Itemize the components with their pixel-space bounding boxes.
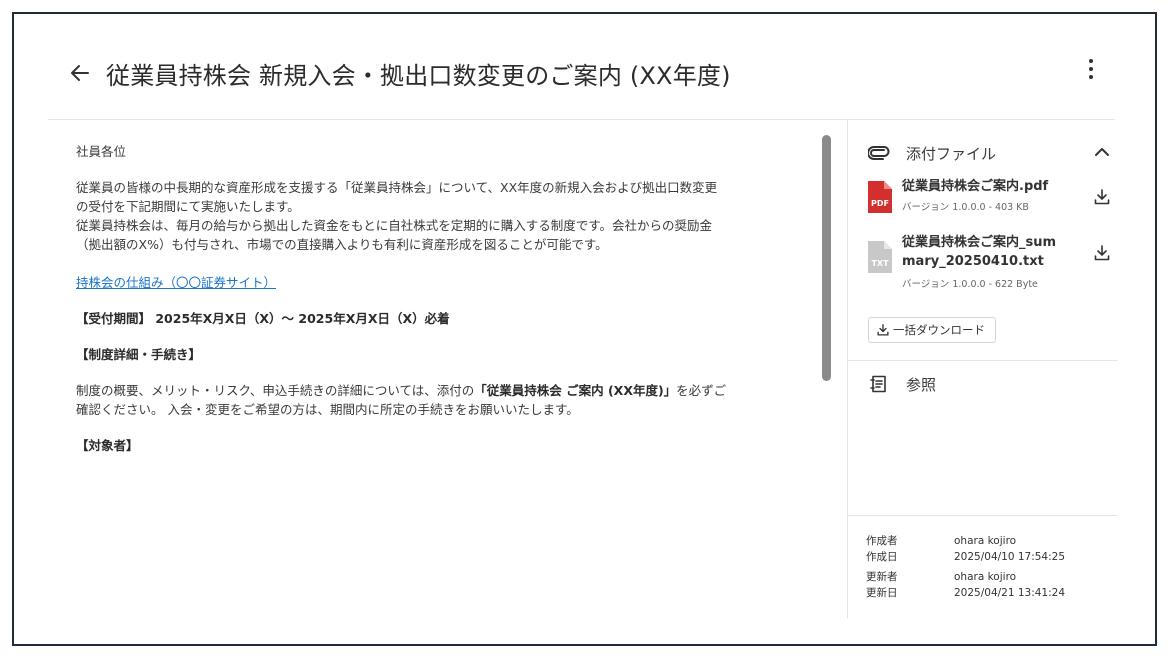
chevron-up-icon[interactable] — [1094, 145, 1110, 159]
panel-divider — [848, 360, 1118, 361]
reference-label: 参照 — [906, 376, 937, 394]
paperclip-icon — [868, 146, 890, 160]
meta-updated-by: 更新者 ohara kojiro — [866, 569, 1116, 585]
meta-updated-at: 更新日 2025/04/21 13:41:24 — [866, 585, 1116, 601]
back-arrow-icon[interactable] — [68, 61, 92, 85]
meta-label: 作成者 — [866, 535, 898, 547]
meta-value: 2025/04/10 17:54:25 — [954, 551, 1066, 563]
attachment-file-version: バージョン 1.0.0.0 - 403 KB — [902, 202, 1029, 213]
meta-label: 更新日 — [866, 587, 898, 599]
attachment-file-name[interactable]: 従業員持株会ご案内_summary_20250410.txt — [902, 233, 1067, 271]
details-heading: 【制度詳細・手続き】 — [76, 347, 202, 362]
attachment-file-name[interactable]: 従業員持株会ご案内.pdf — [902, 177, 1067, 196]
bulk-download-label: 一括ダウンロード — [893, 323, 985, 337]
meta-label: 作成日 — [866, 551, 898, 563]
metadata: 作成者 ohara kojiro 作成日 2025/04/10 17:54:25… — [866, 533, 1116, 601]
meta-value: 2025/04/21 13:41:24 — [954, 587, 1066, 599]
body-text-line: 制度の概要、メリット・リスク、申込手続きの詳細については、添付の「従業員持株会 … — [76, 381, 818, 400]
bulk-download-button[interactable]: 一括ダウンロード — [868, 317, 996, 343]
txt-file-icon: TXT — [868, 241, 892, 273]
scrollbar-thumb[interactable] — [822, 135, 831, 381]
attachments-label: 添付ファイル — [906, 145, 997, 163]
reference-list-icon — [870, 375, 886, 393]
download-icon[interactable] — [1094, 245, 1110, 261]
app-window: 従業員持株会 新規入会・拠出口数変更のご案内 (XX年度) 社員各位 従業員の皆… — [12, 12, 1157, 646]
body-text-line: （拠出額のX%）も付与され、市場での直接購入よりも有利に資産形成を図ることが可能… — [76, 237, 608, 252]
meta-value: ohara kojiro — [954, 535, 1017, 547]
body-text-segment: 制度の概要、メリット・リスク、申込手続きの詳細については、添付の — [76, 383, 475, 398]
page-title: 従業員持株会 新規入会・拠出口数変更のご案内 (XX年度) — [106, 62, 731, 90]
attachment-file-version: バージョン 1.0.0.0 - 622 Byte — [902, 279, 1038, 290]
download-icon[interactable] — [1094, 189, 1110, 205]
svg-text:TXT: TXT — [871, 259, 889, 268]
more-options-icon[interactable] — [1081, 56, 1101, 82]
download-icon — [877, 324, 889, 336]
panel-divider — [848, 515, 1118, 516]
meta-value: ohara kojiro — [954, 571, 1017, 583]
attachment-file-txt[interactable]: TXT 従業員持株会ご案内_summary_20250410.txt バージョン… — [868, 233, 1110, 293]
body-text-line: 従業員持株会は、毎月の給与から拠出した資金をもとに自社株式を定期的に購入する制度… — [76, 218, 713, 233]
attachments-header[interactable]: 添付ファイル — [868, 140, 1109, 166]
body-text-line: の受付を下記期間にて実施いたします。 — [76, 199, 300, 214]
body-text-line: 従業員の皆様の中長期的な資産形成を支援する「従業員持株会」について、XX年度の新… — [76, 180, 718, 195]
page-header: 従業員持株会 新規入会・拠出口数変更のご案内 (XX年度) — [14, 14, 1155, 120]
svg-text:PDF: PDF — [871, 199, 889, 208]
securities-site-link[interactable]: 持株会の仕組み（〇〇証券サイト） — [76, 275, 276, 290]
meta-created-by: 作成者 ohara kojiro — [866, 533, 1116, 549]
side-panel: 添付ファイル PDF 従業員持株会ご案内.pdf バージョン 1.0.0.0 -… — [847, 120, 1118, 618]
message-body: 社員各位 従業員の皆様の中長期的な資産形成を支援する「従業員持株会」について、X… — [76, 142, 818, 455]
reception-period: 【受付期間】 2025年X月X日（X）～ 2025年X月X日（X）必着 — [76, 311, 450, 326]
reference-header[interactable]: 参照 — [868, 372, 1098, 396]
meta-created-at: 作成日 2025/04/10 17:54:25 — [866, 549, 1116, 565]
document-reference: 「従業員持株会 ご案内 (XX年度)」 — [474, 383, 677, 398]
body-text-segment: を必ずご — [676, 383, 727, 398]
target-heading: 【対象者】 — [76, 438, 139, 453]
pdf-file-icon: PDF — [868, 181, 892, 213]
meta-label: 更新者 — [866, 571, 898, 583]
body-text-line: 確認ください。 入会・変更をご希望の方は、期間内に所定の手続きをお願いいたします… — [76, 402, 579, 417]
attachment-file-pdf[interactable]: PDF 従業員持株会ご案内.pdf バージョン 1.0.0.0 - 403 KB — [868, 177, 1110, 217]
greeting: 社員各位 — [76, 144, 127, 159]
